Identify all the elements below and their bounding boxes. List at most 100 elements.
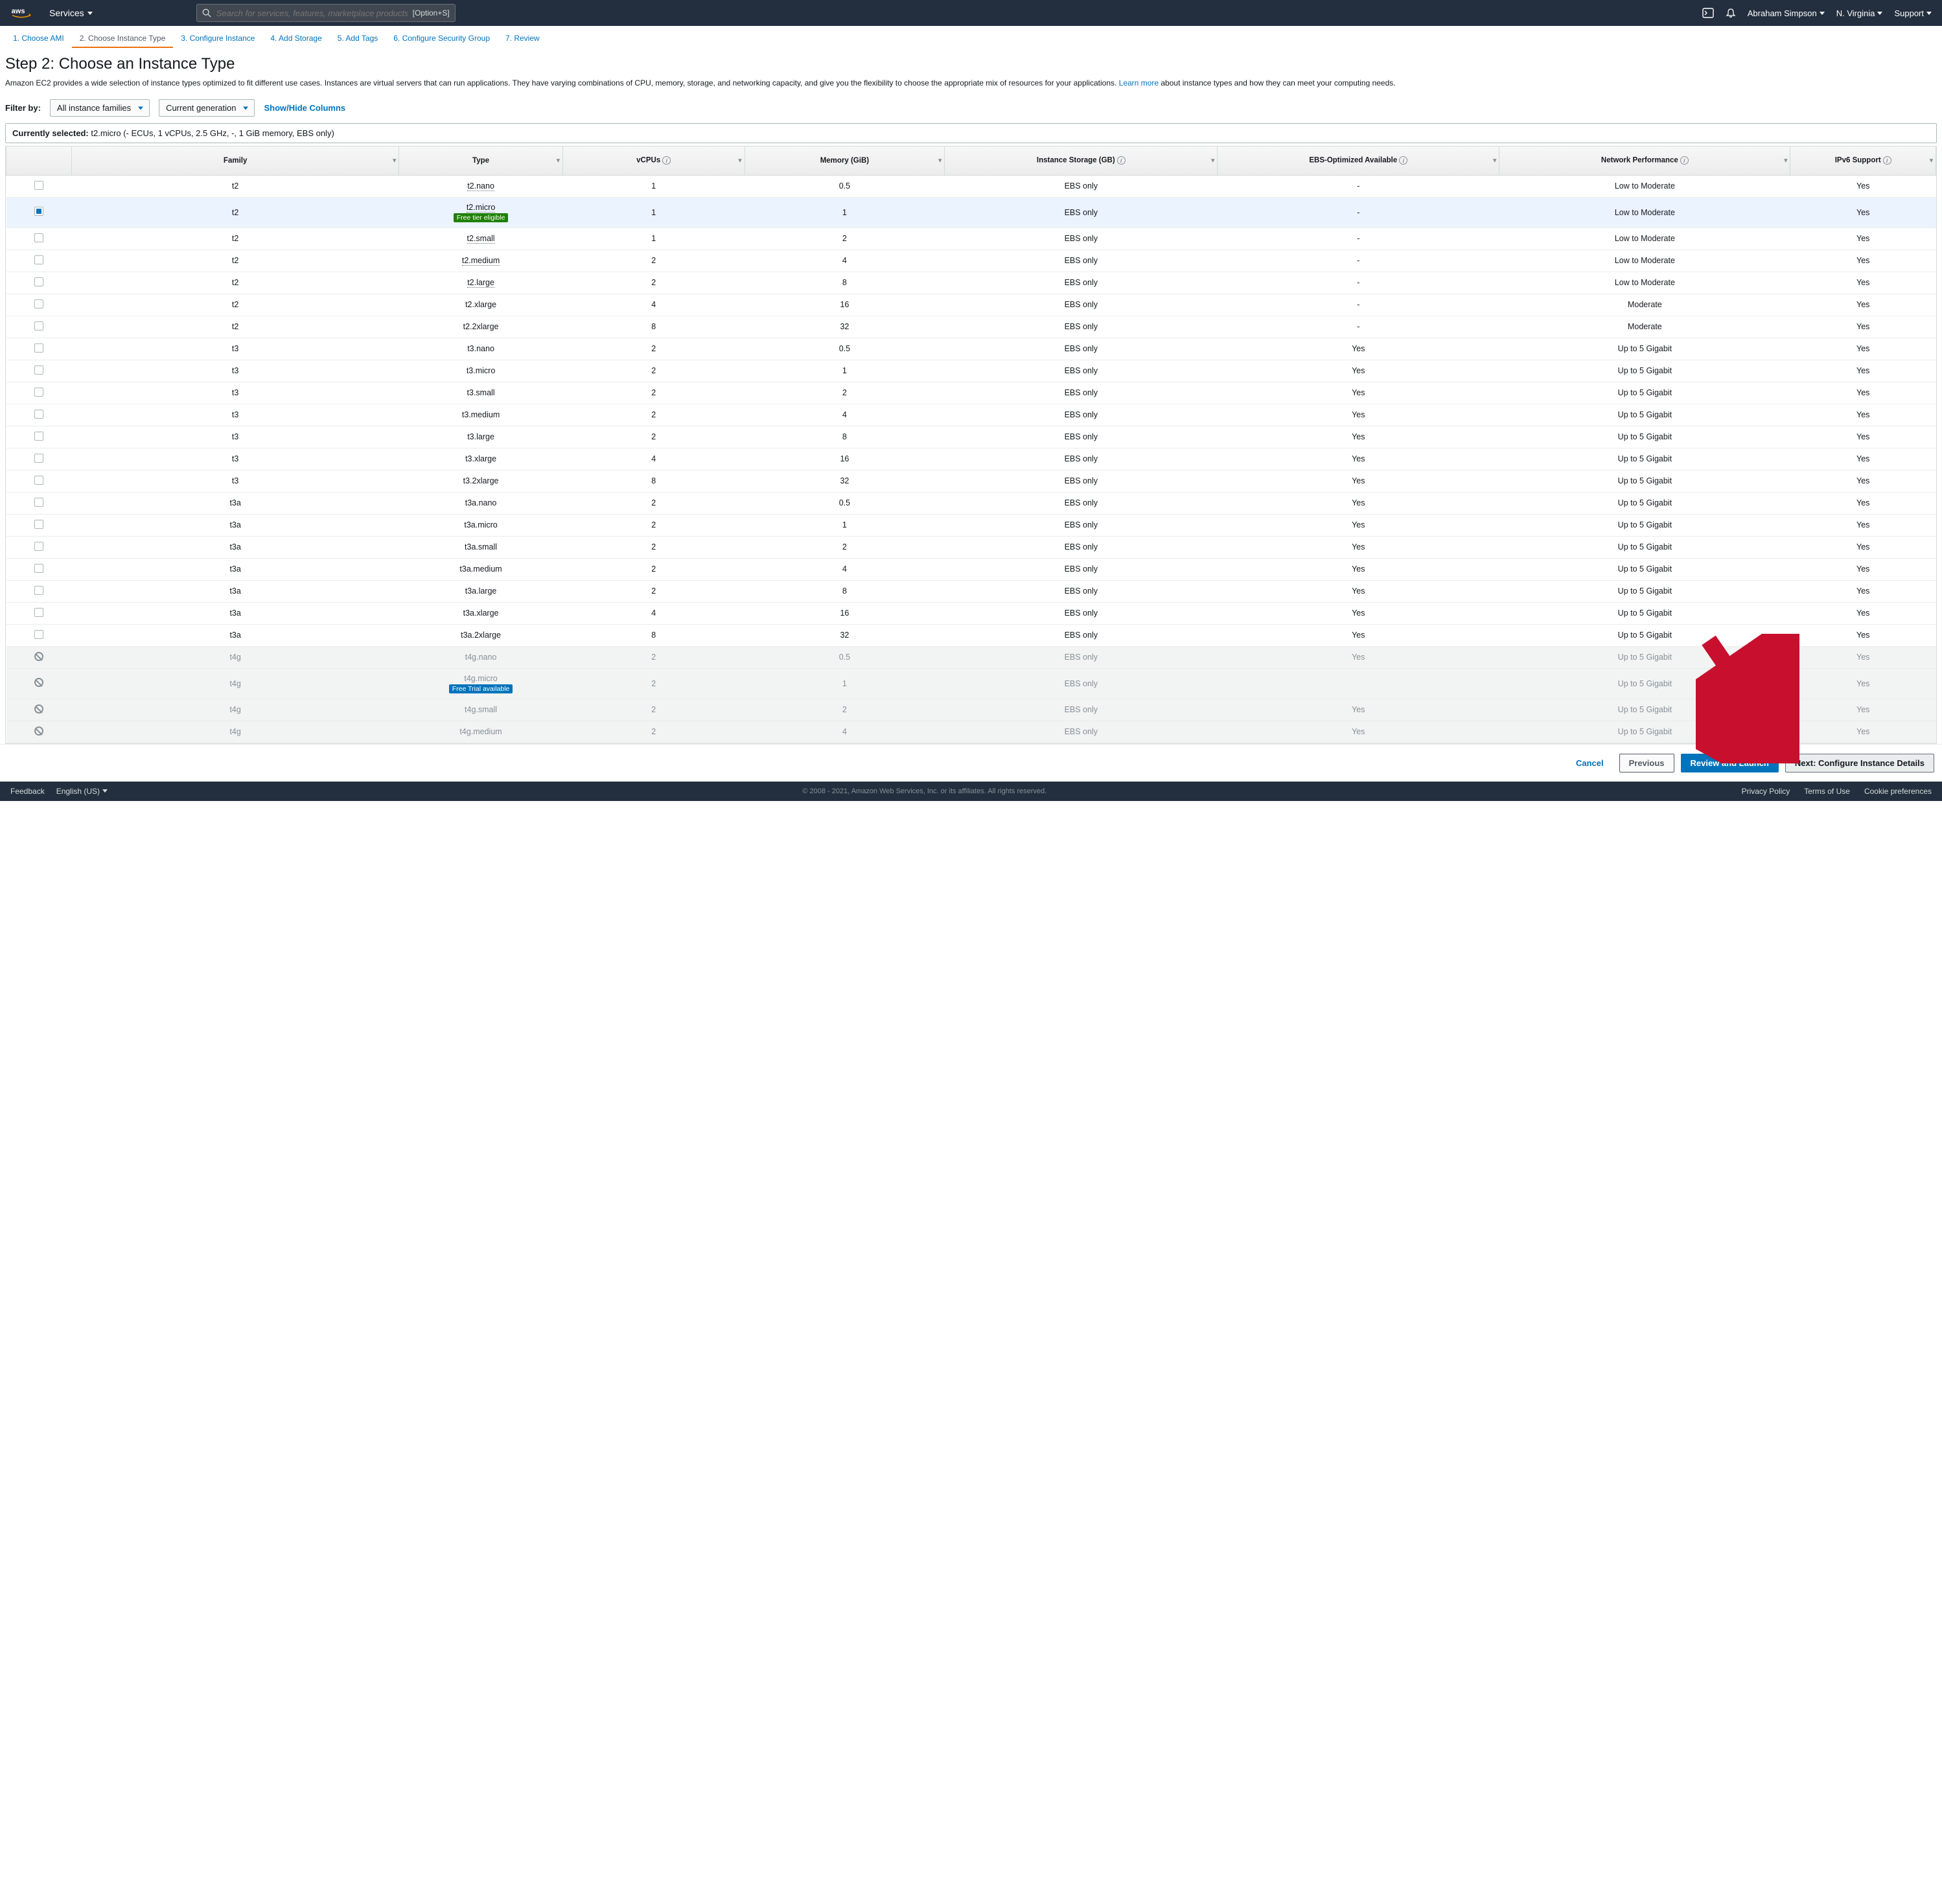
previous-button[interactable]: Previous (1619, 754, 1674, 772)
info-icon[interactable]: i (1117, 156, 1126, 165)
sort-handle-icon[interactable]: ▾ (938, 157, 942, 164)
table-row[interactable]: t3at3a.large28EBS onlyYesUp to 5 Gigabit… (6, 580, 1936, 602)
review-launch-button[interactable]: Review and Launch (1681, 754, 1779, 772)
col-header-1[interactable]: Family▾ (72, 146, 399, 175)
privacy-link[interactable]: Privacy Policy (1742, 787, 1790, 796)
sort-handle-icon[interactable]: ▾ (1784, 157, 1787, 164)
region-menu[interactable]: N. Virginia (1836, 8, 1883, 18)
row-checkbox[interactable] (34, 299, 43, 308)
sort-handle-icon[interactable]: ▾ (739, 157, 742, 164)
row-checkbox[interactable] (34, 432, 43, 441)
table-row[interactable]: t3at3a.nano20.5EBS onlyYesUp to 5 Gigabi… (6, 492, 1936, 514)
sort-handle-icon[interactable]: ▾ (1493, 157, 1496, 164)
row-checkbox[interactable] (34, 277, 43, 286)
row-checkbox[interactable] (34, 520, 43, 529)
family-filter[interactable]: All instance families (50, 99, 150, 117)
col-header-3[interactable]: vCPUsi▾ (562, 146, 745, 175)
cancel-button[interactable]: Cancel (1567, 754, 1613, 772)
wizard-tab-1[interactable]: 2. Choose Instance Type (72, 29, 174, 48)
language-menu[interactable]: English (US) (56, 787, 108, 796)
services-menu[interactable]: Services (49, 8, 93, 18)
table-row[interactable]: t2t2.nano10.5EBS only-Low to ModerateYes (6, 175, 1936, 197)
table-row[interactable]: t3t3.large28EBS onlyYesUp to 5 GigabitYe… (6, 426, 1936, 448)
table-row[interactable]: t2t2.microFree tier eligible11EBS only-L… (6, 197, 1936, 227)
table-row[interactable]: t3at3a.2xlarge832EBS onlyYesUp to 5 Giga… (6, 624, 1936, 646)
info-icon[interactable]: i (662, 156, 671, 165)
col-header-6[interactable]: EBS-Optimized Availablei▾ (1218, 146, 1499, 175)
show-hide-columns-link[interactable]: Show/Hide Columns (264, 103, 345, 113)
table-row[interactable]: t4gt4g.nano20.5EBS onlyYesUp to 5 Gigabi… (6, 646, 1936, 668)
row-checkbox[interactable] (34, 476, 43, 485)
cell-ipv6: Yes (1790, 699, 1936, 721)
table-row[interactable]: t3at3a.medium24EBS onlyYesUp to 5 Gigabi… (6, 558, 1936, 580)
row-checkbox[interactable] (34, 321, 43, 331)
table-row[interactable]: t3at3a.xlarge416EBS onlyYesUp to 5 Gigab… (6, 602, 1936, 624)
info-icon[interactable]: i (1883, 156, 1891, 165)
row-checkbox[interactable] (34, 255, 43, 264)
table-row[interactable]: t3t3.micro21EBS onlyYesUp to 5 GigabitYe… (6, 360, 1936, 382)
sort-handle-icon[interactable]: ▾ (1930, 157, 1933, 164)
col-header-0[interactable] (6, 146, 72, 175)
table-row[interactable]: t2t2.medium24EBS only-Low to ModerateYes (6, 250, 1936, 272)
table-row[interactable]: t4gt4g.small22EBS onlyYesUp to 5 Gigabit… (6, 699, 1936, 721)
col-header-4[interactable]: Memory (GiB)▾ (745, 146, 945, 175)
table-row[interactable]: t2t2.large28EBS only-Low to ModerateYes (6, 272, 1936, 294)
table-row[interactable]: t3t3.xlarge416EBS onlyYesUp to 5 Gigabit… (6, 448, 1936, 470)
table-row[interactable]: t2t2.small12EBS only-Low to ModerateYes (6, 227, 1936, 250)
cell-family: t3a (72, 624, 399, 646)
cookies-link[interactable]: Cookie preferences (1864, 787, 1932, 796)
row-checkbox[interactable] (34, 542, 43, 551)
row-checkbox[interactable] (34, 233, 43, 242)
wizard-tab-0[interactable]: 1. Choose AMI (5, 29, 72, 48)
wizard-tab-5[interactable]: 6. Configure Security Group (386, 29, 498, 48)
search-input[interactable] (216, 8, 408, 18)
table-row[interactable]: t4gt4g.microFree Trial available21EBS on… (6, 668, 1936, 699)
row-checkbox[interactable] (34, 388, 43, 397)
row-checkbox[interactable] (34, 498, 43, 507)
table-row[interactable]: t3t3.medium24EBS onlyYesUp to 5 GigabitY… (6, 404, 1936, 426)
sort-handle-icon[interactable]: ▾ (557, 157, 560, 164)
support-menu[interactable]: Support (1894, 8, 1932, 18)
row-checkbox[interactable] (34, 454, 43, 463)
next-button[interactable]: Next: Configure Instance Details (1785, 754, 1934, 772)
sort-handle-icon[interactable]: ▾ (1211, 157, 1214, 164)
cell-ipv6: Yes (1790, 338, 1936, 360)
account-menu[interactable]: Abraham Simpson (1748, 8, 1825, 18)
wizard-tab-2[interactable]: 3. Configure Instance (173, 29, 262, 48)
row-checkbox[interactable] (34, 343, 43, 353)
table-row[interactable]: t2t2.xlarge416EBS only-ModerateYes (6, 294, 1936, 316)
wizard-tab-3[interactable]: 4. Add Storage (262, 29, 329, 48)
table-row[interactable]: t3at3a.small22EBS onlyYesUp to 5 Gigabit… (6, 536, 1936, 558)
table-row[interactable]: t3t3.nano20.5EBS onlyYesUp to 5 GigabitY… (6, 338, 1936, 360)
table-row[interactable]: t3at3a.micro21EBS onlyYesUp to 5 Gigabit… (6, 514, 1936, 536)
row-checkbox[interactable] (34, 608, 43, 617)
row-checkbox[interactable] (34, 586, 43, 595)
info-icon[interactable]: i (1399, 156, 1407, 165)
col-header-5[interactable]: Instance Storage (GB)i▾ (945, 146, 1218, 175)
sort-handle-icon[interactable]: ▾ (393, 157, 396, 164)
wizard-tab-6[interactable]: 7. Review (498, 29, 548, 48)
row-checkbox[interactable] (34, 564, 43, 573)
info-icon[interactable]: i (1680, 156, 1689, 165)
table-row[interactable]: t3t3.2xlarge832EBS onlyYesUp to 5 Gigabi… (6, 470, 1936, 492)
col-header-2[interactable]: Type▾ (399, 146, 563, 175)
wizard-tab-4[interactable]: 5. Add Tags (330, 29, 386, 48)
learn-more-link[interactable]: Learn more (1119, 78, 1159, 87)
generation-filter[interactable]: Current generation (159, 99, 255, 117)
table-row[interactable]: t2t2.2xlarge832EBS only-ModerateYes (6, 316, 1936, 338)
table-row[interactable]: t4gt4g.medium24EBS onlyYesUp to 5 Gigabi… (6, 721, 1936, 743)
terms-link[interactable]: Terms of Use (1804, 787, 1850, 796)
table-row[interactable]: t3t3.small22EBS onlyYesUp to 5 GigabitYe… (6, 382, 1936, 404)
global-search[interactable]: [Option+S] (196, 4, 456, 22)
row-checkbox[interactable] (34, 366, 43, 375)
notifications-icon[interactable] (1726, 8, 1736, 18)
aws-logo[interactable]: aws (10, 6, 36, 20)
row-checkbox[interactable] (34, 410, 43, 419)
row-checkbox[interactable] (34, 630, 43, 639)
feedback-link[interactable]: Feedback (10, 787, 45, 796)
row-checkbox[interactable] (34, 207, 43, 216)
col-header-8[interactable]: IPv6 Supporti▾ (1790, 146, 1936, 175)
cloudshell-icon[interactable] (1702, 7, 1714, 19)
col-header-7[interactable]: Network Performancei▾ (1499, 146, 1790, 175)
row-checkbox[interactable] (34, 181, 43, 190)
